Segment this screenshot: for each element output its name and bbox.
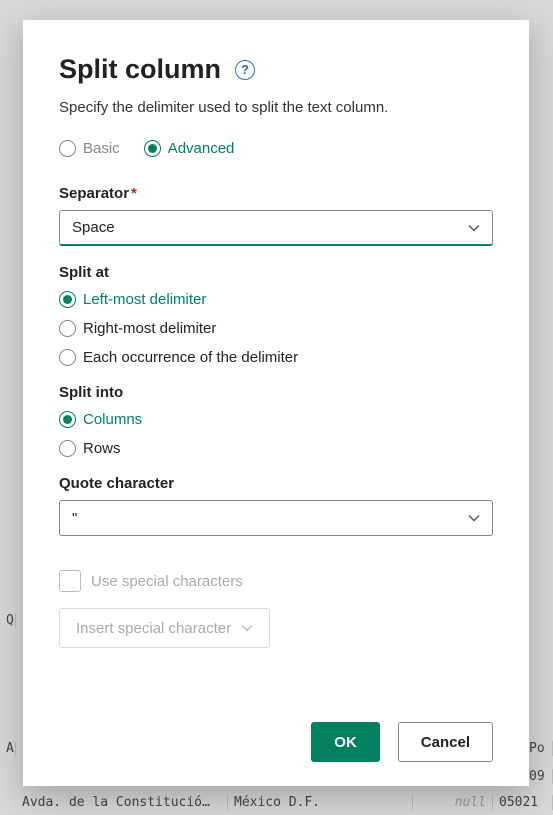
insert-special-char-button: Insert special character — [59, 608, 270, 648]
mode-advanced-radio[interactable]: Advanced — [144, 140, 235, 157]
mode-advanced-label: Advanced — [168, 140, 235, 157]
split-column-dialog: Split column ? Specify the delimiter use… — [23, 20, 529, 786]
split-into-label: Split into — [59, 384, 493, 401]
dialog-title: Split column — [59, 54, 221, 85]
radio-unselected-icon — [59, 320, 76, 337]
split-into-rows-radio[interactable]: Rows — [59, 440, 493, 457]
radio-selected-icon — [59, 291, 76, 308]
separator-label: Separator* — [59, 185, 493, 202]
ok-button[interactable]: OK — [311, 722, 380, 762]
help-icon[interactable]: ? — [235, 60, 255, 80]
use-special-chars-checkbox[interactable] — [59, 570, 81, 592]
chevron-down-icon — [241, 622, 253, 634]
separator-select[interactable]: Space — [59, 210, 493, 246]
split-at-label: Split at — [59, 264, 493, 281]
bg-cell-null: null — [413, 795, 493, 810]
mode-basic-radio[interactable]: Basic — [59, 140, 120, 157]
bg-cell-zip: 05021 — [493, 795, 553, 810]
cancel-button[interactable]: Cancel — [398, 722, 493, 762]
separator-value: Space — [72, 219, 115, 236]
split-into-columns-label: Columns — [83, 411, 142, 428]
split-at-left-radio[interactable]: Left-most delimiter — [59, 291, 493, 308]
chevron-down-icon — [468, 222, 480, 234]
split-at-each-label: Each occurrence of the delimiter — [83, 349, 298, 366]
quote-char-value: " — [72, 510, 77, 527]
insert-special-char-label: Insert special character — [76, 620, 231, 637]
quote-char-label: Quote character — [59, 475, 493, 492]
bg-cell-addr: Avda. de la Constitució… — [16, 795, 228, 810]
split-at-each-radio[interactable]: Each occurrence of the delimiter — [59, 349, 493, 366]
mode-basic-label: Basic — [83, 140, 120, 157]
use-special-chars-label: Use special characters — [91, 573, 243, 590]
radio-unselected-icon — [59, 140, 76, 157]
split-at-left-label: Left-most delimiter — [83, 291, 206, 308]
chevron-down-icon — [468, 512, 480, 524]
radio-selected-icon — [59, 411, 76, 428]
bg-header-a: A — [0, 741, 16, 756]
split-at-right-label: Right-most delimiter — [83, 320, 216, 337]
radio-unselected-icon — [59, 440, 76, 457]
radio-unselected-icon — [59, 349, 76, 366]
dialog-subtitle: Specify the delimiter used to split the … — [59, 99, 493, 116]
quote-char-select[interactable]: " — [59, 500, 493, 536]
bg-header-q: Q — [0, 613, 16, 628]
split-into-columns-radio[interactable]: Columns — [59, 411, 493, 428]
split-into-rows-label: Rows — [83, 440, 121, 457]
radio-selected-icon — [144, 140, 161, 157]
split-at-right-radio[interactable]: Right-most delimiter — [59, 320, 493, 337]
bg-cell-city: México D.F. — [228, 795, 413, 810]
